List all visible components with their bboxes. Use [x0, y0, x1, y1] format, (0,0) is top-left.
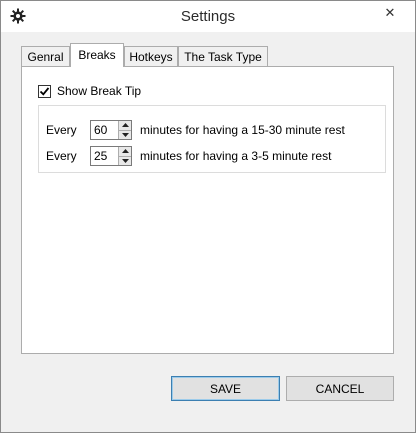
- arrow-up-icon: [121, 123, 129, 128]
- short-break-prefix: Every: [46, 149, 77, 163]
- title-bar[interactable]: Settings ✕: [1, 1, 415, 32]
- short-break-description: minutes for having a 3-5 minute rest: [140, 149, 332, 163]
- long-break-prefix: Every: [46, 123, 77, 137]
- show-break-tip-checkbox[interactable]: [38, 84, 51, 98]
- tab-the-task-type-label: The Task Type: [184, 50, 262, 64]
- arrow-down-icon: [121, 158, 129, 163]
- cancel-button-label: CANCEL: [315, 381, 365, 396]
- tab-general[interactable]: Genral: [21, 46, 70, 66]
- break-intervals-group: Every 60 minutes for having a 15-30 minu…: [38, 105, 386, 173]
- close-button[interactable]: ✕: [367, 2, 413, 23]
- short-break-increment-button[interactable]: [119, 147, 131, 157]
- window-title: Settings: [180, 8, 236, 25]
- checkmark-icon: [39, 86, 50, 96]
- tab-the-task-type[interactable]: The Task Type: [178, 46, 268, 66]
- arrow-down-icon: [121, 132, 129, 137]
- long-break-description: minutes for having a 15-30 minute rest: [140, 123, 345, 137]
- tab-hotkeys-label: Hotkeys: [129, 50, 173, 64]
- cancel-button[interactable]: CANCEL: [286, 376, 394, 401]
- short-break-decrement-button[interactable]: [119, 156, 131, 165]
- close-icon: ✕: [384, 4, 396, 20]
- arrow-up-icon: [121, 149, 129, 154]
- show-break-tip-option[interactable]: Show Break Tip: [38, 84, 141, 98]
- show-break-tip-label: Show Break Tip: [57, 84, 142, 98]
- breaks-tab-panel: Show Break Tip Every 60 minutes for havi…: [21, 66, 394, 354]
- tab-hotkeys[interactable]: Hotkeys: [124, 46, 178, 66]
- short-break-row: Every 25 minutes for having a 3-5 minute…: [46, 146, 331, 166]
- long-break-increment-button[interactable]: [119, 121, 131, 131]
- tab-breaks-label: Breaks: [78, 48, 116, 62]
- long-break-decrement-button[interactable]: [119, 130, 131, 139]
- tab-breaks[interactable]: Breaks: [70, 43, 124, 67]
- long-break-minutes-stepper[interactable]: 60: [90, 120, 132, 140]
- short-break-minutes-stepper[interactable]: 25: [90, 146, 132, 166]
- long-break-row: Every 60 minutes for having a 15-30 minu…: [46, 120, 345, 140]
- settings-window: Settings ✕ Genral Breaks Hotkeys The Tas…: [0, 0, 416, 433]
- save-button-label: SAVE: [209, 381, 242, 396]
- tab-general-label: Genral: [27, 50, 64, 64]
- save-button[interactable]: SAVE: [171, 376, 280, 401]
- short-break-minutes-input[interactable]: 25: [91, 149, 118, 163]
- long-break-minutes-input[interactable]: 60: [91, 123, 118, 137]
